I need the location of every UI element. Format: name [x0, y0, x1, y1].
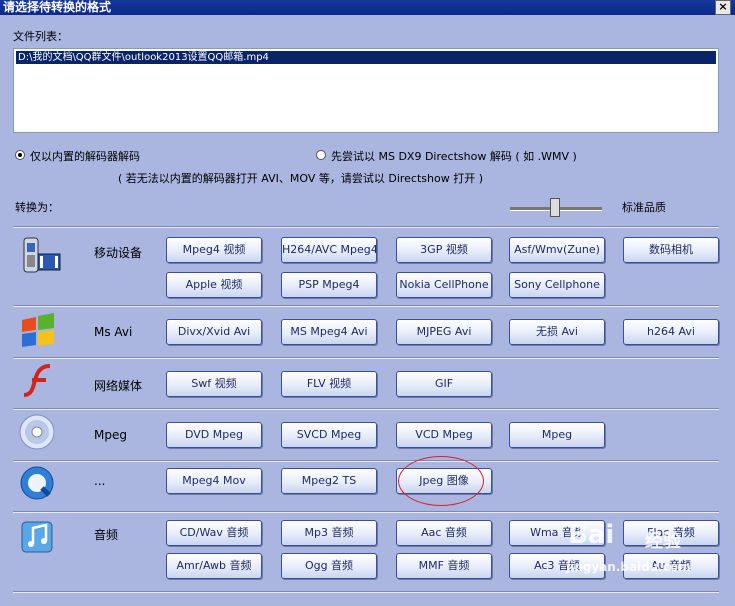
watermark-logo: Bai	[568, 520, 615, 550]
category-label: Mpeg	[94, 428, 127, 442]
watermark-logo-text: 经验	[645, 531, 681, 552]
format-button[interactable]: 数码相机	[623, 237, 719, 263]
format-button[interactable]: MMF 音频	[396, 553, 492, 579]
category-label: 音频	[94, 528, 119, 542]
music-note-icon	[20, 518, 60, 558]
format-button[interactable]: 无损 Avi	[509, 319, 605, 345]
radio-builtin-decoder[interactable]	[15, 150, 25, 160]
divider	[13, 305, 719, 307]
title-bar: 请选择待转换的格式 ×	[0, 0, 735, 15]
format-button[interactable]: Mpeg	[509, 422, 605, 448]
format-button[interactable]: 3GP 视频	[396, 237, 492, 263]
close-button[interactable]: ×	[715, 0, 731, 15]
highlight-circle	[398, 456, 484, 506]
convert-label: 转换为：	[15, 201, 59, 214]
format-button[interactable]: Asf/Wmv(Zune)	[509, 237, 605, 263]
format-button[interactable]: Ogg 音频	[281, 553, 377, 579]
format-button[interactable]: Mp3 音频	[281, 520, 377, 546]
format-button[interactable]: Mpeg4 Mov	[166, 468, 262, 494]
category-label: 移动设备	[94, 246, 143, 260]
divider	[13, 511, 719, 513]
format-button[interactable]: SVCD Mpeg	[281, 422, 377, 448]
quality-slider-thumb[interactable]	[550, 198, 560, 217]
category-label: 网络媒体	[94, 379, 143, 393]
radio-directshow-label[interactable]: 先尝试以 MS DX9 Directshow 解码 ( 如 .WMV )	[331, 148, 577, 164]
format-button[interactable]: CD/Wav 音频	[166, 520, 262, 546]
format-button[interactable]: Mpeg2 TS	[281, 468, 377, 494]
format-button[interactable]: Sony Cellphone	[509, 272, 605, 298]
divider	[13, 226, 719, 228]
radio-dot	[18, 153, 22, 157]
windows-flag-icon	[18, 312, 58, 352]
format-button[interactable]: DVD Mpeg	[166, 422, 262, 448]
decode-note: ( 若无法以内置的解码器打开 AVI、MOV 等，请尝试以 Directshow…	[118, 172, 483, 185]
category-label: Ms Avi	[94, 325, 133, 339]
format-button[interactable]: Mpeg4 视频	[166, 237, 262, 263]
format-button[interactable]: Divx/Xvid Avi	[166, 319, 262, 345]
divider	[13, 408, 719, 410]
file-list-item[interactable]: D:\我的文档\QQ群文件\outlook2013设置QQ邮箱.mp4	[16, 51, 716, 64]
radio-builtin-label[interactable]: 仅以内置的解码器解码	[30, 148, 140, 164]
format-button[interactable]: VCD Mpeg	[396, 422, 492, 448]
watermark-url: jingyan.baidu.com	[566, 560, 691, 574]
format-button[interactable]: GIF	[396, 371, 492, 397]
format-button[interactable]: Amr/Awb 音频	[166, 553, 262, 579]
format-button[interactable]: Swf 视频	[166, 371, 262, 397]
quicktime-icon	[18, 464, 58, 504]
divider	[13, 460, 719, 462]
format-button[interactable]: Aac 音频	[396, 520, 492, 546]
window-title: 请选择待转换的格式	[3, 0, 112, 14]
radio-directshow-decoder[interactable]	[316, 150, 326, 160]
format-button[interactable]: h264 Avi	[623, 319, 719, 345]
divider	[13, 591, 719, 593]
mobile-phone-icon	[20, 236, 61, 276]
format-button[interactable]: MJPEG Avi	[396, 319, 492, 345]
format-button[interactable]: Apple 视频	[166, 272, 262, 298]
format-button[interactable]: PSP Mpeg4	[281, 272, 377, 298]
format-button[interactable]: H264/AVC Mpeg4	[281, 237, 377, 263]
filelist-label: 文件列表：	[13, 30, 68, 43]
disc-icon	[18, 413, 58, 453]
flash-icon	[20, 362, 60, 402]
file-list[interactable]: D:\我的文档\QQ群文件\outlook2013设置QQ邮箱.mp4	[13, 48, 719, 133]
divider	[13, 357, 719, 359]
format-button[interactable]: Nokia CellPhone	[396, 272, 492, 298]
format-button[interactable]: FLV 视频	[281, 371, 377, 397]
format-button[interactable]: MS Mpeg4 Avi	[281, 319, 377, 345]
category-label: ...	[94, 474, 106, 488]
quality-label: 标准品质	[622, 201, 666, 214]
